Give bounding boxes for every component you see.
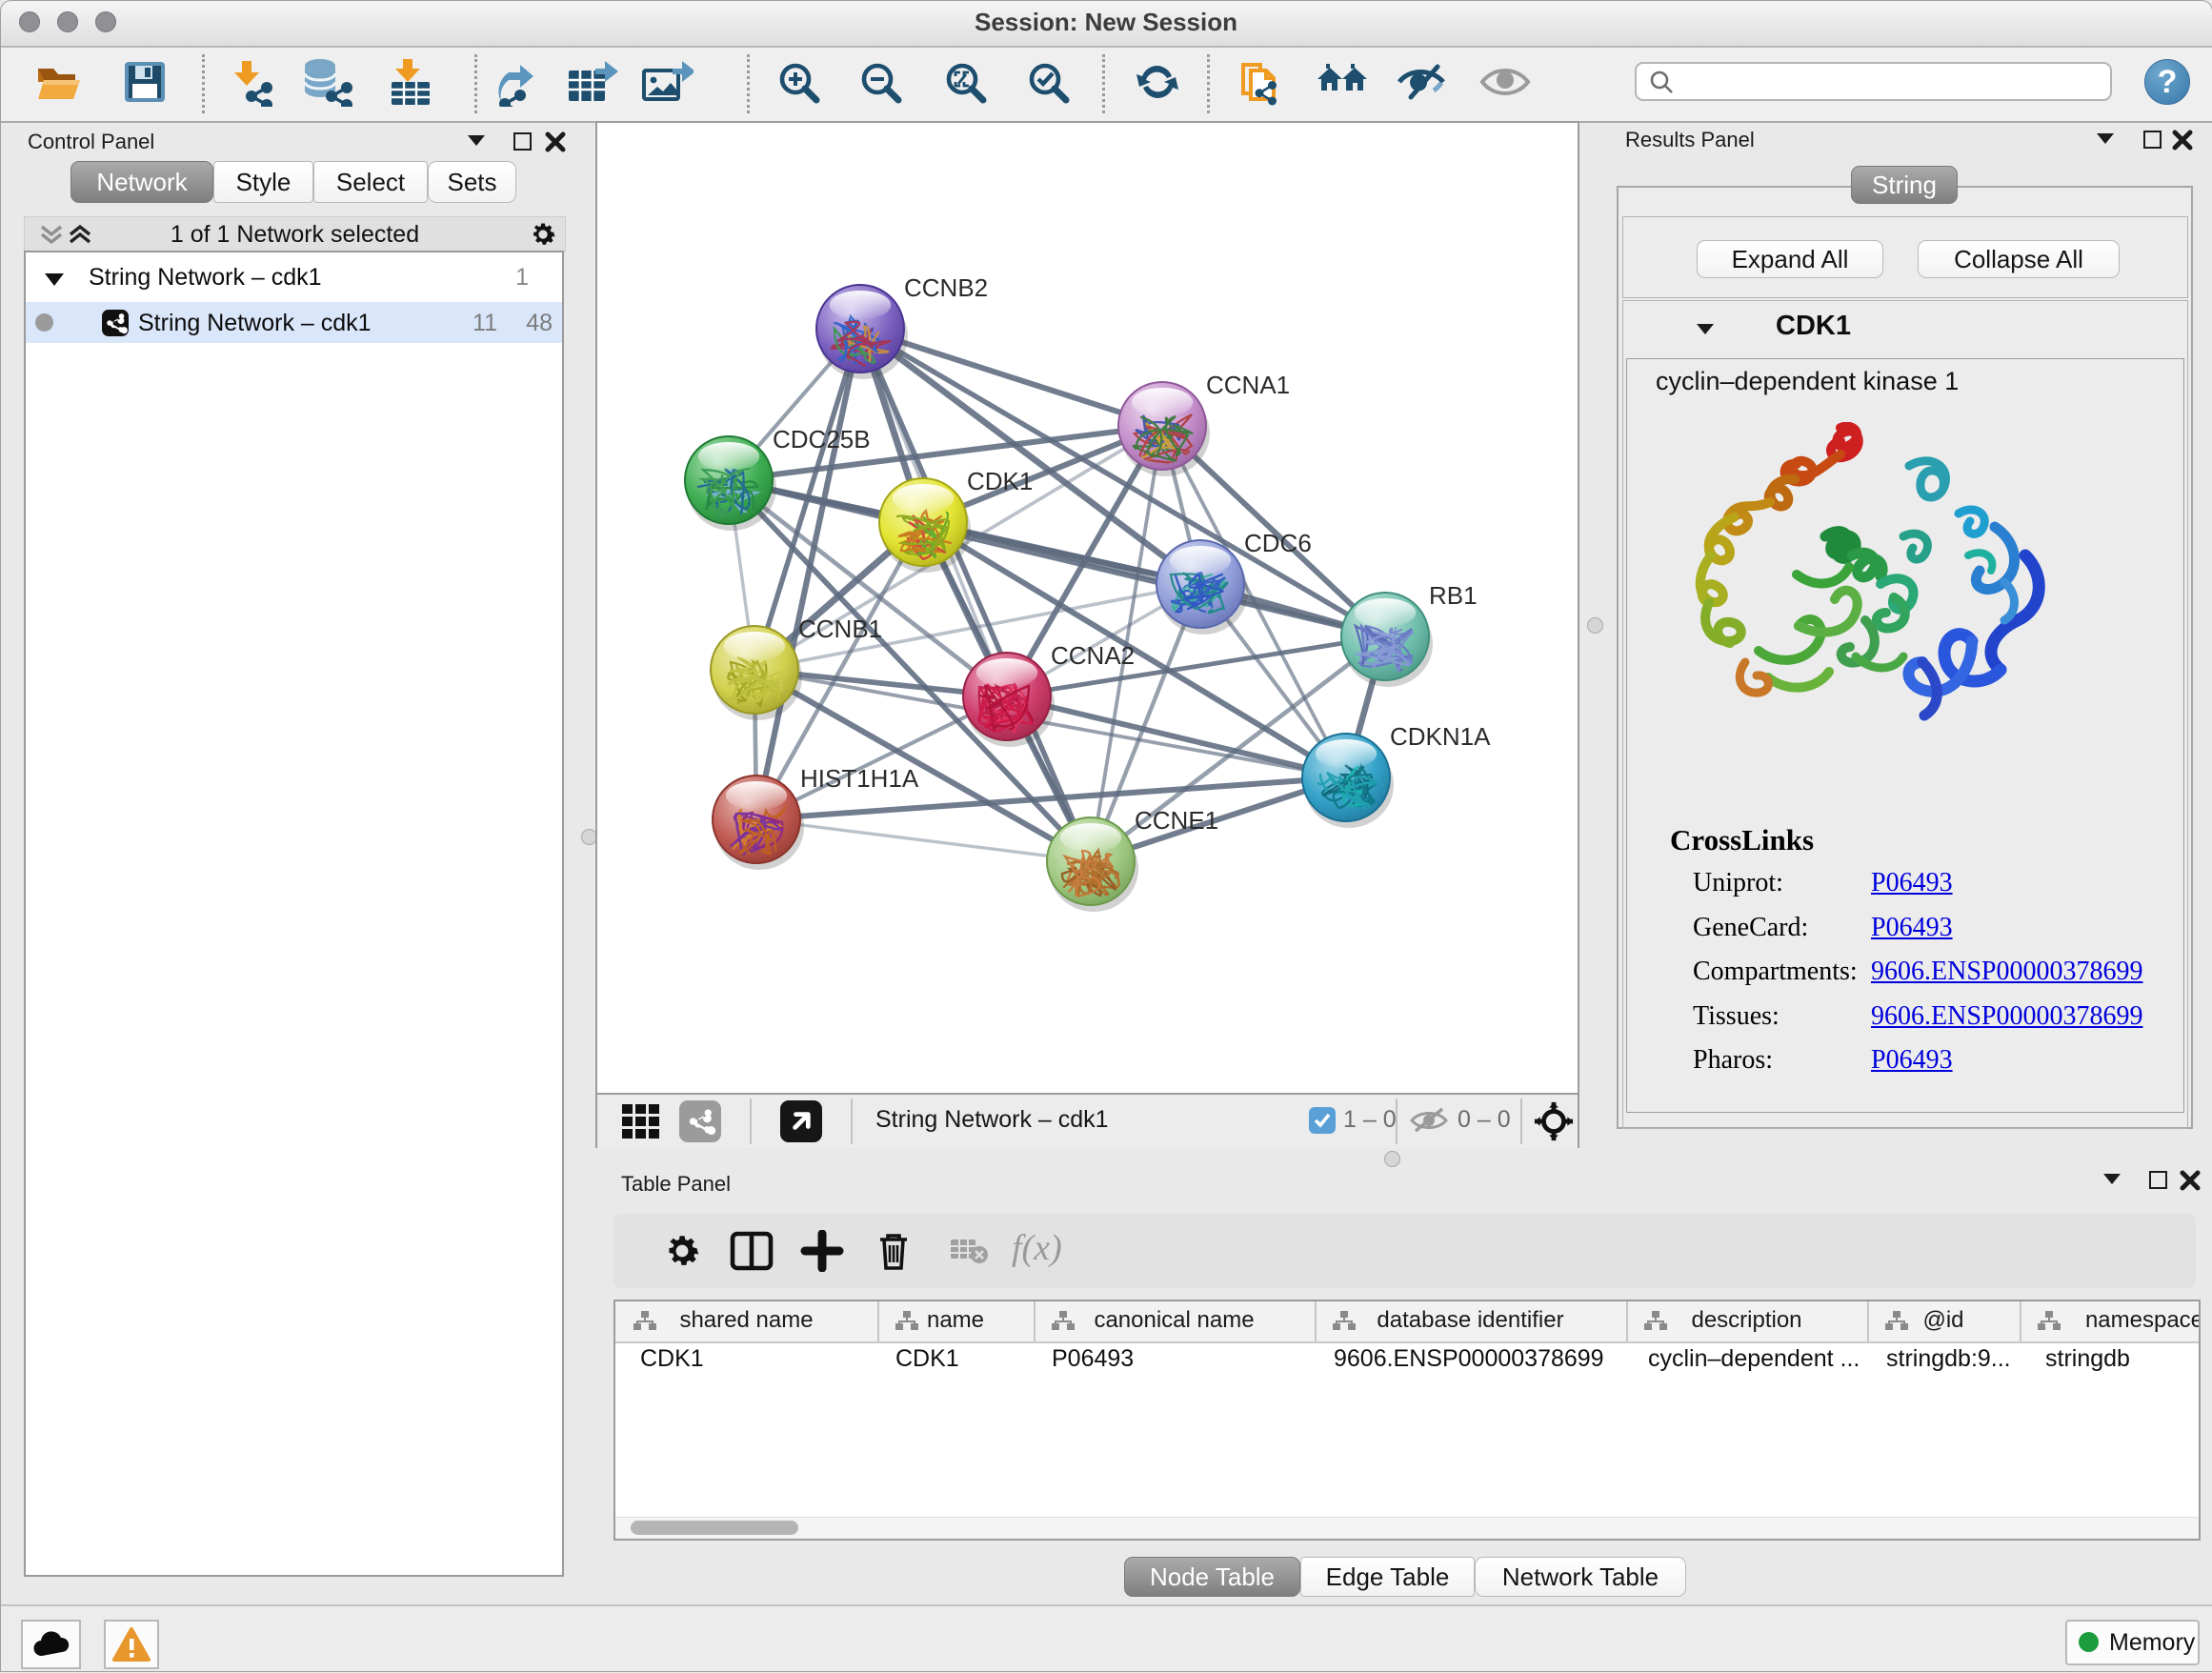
svg-text:CDKN1A: CDKN1A [1390,722,1491,751]
svg-text:CCNA1: CCNA1 [1206,371,1290,399]
svg-text:CDC6: CDC6 [1244,529,1312,557]
svg-text:CDK1: CDK1 [967,467,1033,495]
svg-text:CDC25B: CDC25B [773,425,871,454]
svg-text:CCNE1: CCNE1 [1135,806,1218,835]
svg-text:CCNA2: CCNA2 [1051,641,1135,670]
svg-text:RB1: RB1 [1429,581,1478,610]
svg-text:CCNB2: CCNB2 [904,273,988,302]
svg-text:CCNB1: CCNB1 [798,615,882,643]
svg-text:HIST1H1A: HIST1H1A [800,764,919,793]
